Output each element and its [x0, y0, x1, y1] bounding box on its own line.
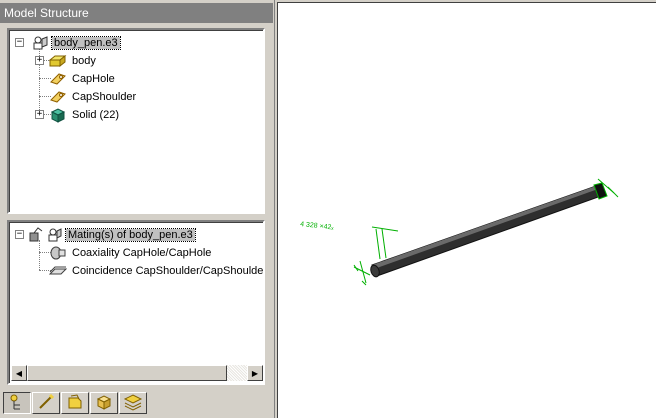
collapse-root-toggle[interactable]: − [15, 38, 24, 47]
pen-body-model[interactable] [369, 182, 608, 278]
wand-icon [37, 393, 55, 414]
mating-root-label: Mating(s) of body_pen.e3 [65, 227, 196, 242]
mating-tab[interactable] [32, 392, 60, 414]
model-canvas[interactable]: 4 328 ×42ₓ [278, 3, 656, 418]
3d-viewport[interactable]: 4 328 ×42ₓ [277, 2, 656, 418]
structure-tab[interactable] [3, 392, 31, 414]
length-dimension-label: 4 328 ×42ₓ [300, 221, 335, 232]
tree-item-capshoulder[interactable]: CapShoulder [49, 88, 138, 105]
mating-feature-icon [49, 71, 67, 87]
assembly-icon [31, 35, 49, 51]
scroll-thumb[interactable] [27, 365, 227, 381]
mating-item-label: Coincidence CapShoulder/CapShoulder [72, 264, 265, 277]
cube-icon [95, 393, 113, 414]
tree-item-label: Solid (22) [72, 108, 120, 121]
tree-splitter[interactable] [7, 215, 265, 219]
scroll-left-button[interactable]: ◀ [11, 365, 27, 381]
mating-item-coincidence[interactable]: Coincidence CapShoulder/CapShoulder [49, 262, 265, 279]
tree-item-label: CapHole [72, 72, 115, 85]
solid-tab[interactable] [90, 392, 118, 414]
tree-icon [8, 393, 26, 414]
scroll-right-button[interactable]: ▶ [247, 365, 263, 381]
tree-root-label: body_pen.e3 [51, 35, 121, 50]
mating-feature-icon [49, 89, 67, 105]
layers-icon [123, 393, 143, 414]
features-icon [66, 393, 84, 414]
layers-tab[interactable] [119, 392, 147, 414]
tree-item-body[interactable]: body [49, 52, 98, 69]
features-tab[interactable] [61, 392, 89, 414]
horizontal-scrollbar[interactable]: ◀ ▶ [11, 365, 263, 381]
tree-item-caphole[interactable]: CapHole [49, 70, 117, 87]
mating-root-node[interactable]: Mating(s) of body_pen.e3 [29, 226, 196, 243]
arrow-right-icon: ▶ [251, 368, 259, 378]
scroll-track[interactable] [27, 365, 247, 381]
part-icon [49, 53, 67, 69]
panel-tab-bar [3, 392, 148, 414]
tree-item-solid[interactable]: Solid (22) [49, 106, 121, 123]
coincidence-icon [49, 263, 67, 279]
model-structure-panel: Model Structure − body_pen.e3 + body Cap [0, 0, 275, 418]
tree-root-node[interactable]: body_pen.e3 [31, 34, 121, 51]
coaxiality-icon [49, 245, 67, 261]
structure-tree[interactable]: − body_pen.e3 + body CapHole CapShoulder [7, 28, 265, 214]
mating-tree[interactable]: − Mating(s) of body_pen.e3 Coaxiality Ca… [7, 220, 265, 385]
solid-icon [49, 107, 67, 123]
tree-item-label: CapShoulder [72, 90, 137, 103]
collapse-matings-toggle[interactable]: − [15, 230, 24, 239]
mating-item-label: Coaxiality CapHole/CapHole [72, 246, 212, 259]
arrow-left-icon: ◀ [15, 368, 23, 378]
mating-item-coaxiality[interactable]: Coaxiality CapHole/CapHole [49, 244, 213, 261]
tree-item-label: body [72, 54, 96, 67]
panel-title: Model Structure [0, 3, 273, 23]
matings-icon [29, 226, 63, 243]
expand-solid-toggle[interactable]: + [35, 110, 44, 119]
expand-body-toggle[interactable]: + [35, 56, 44, 65]
